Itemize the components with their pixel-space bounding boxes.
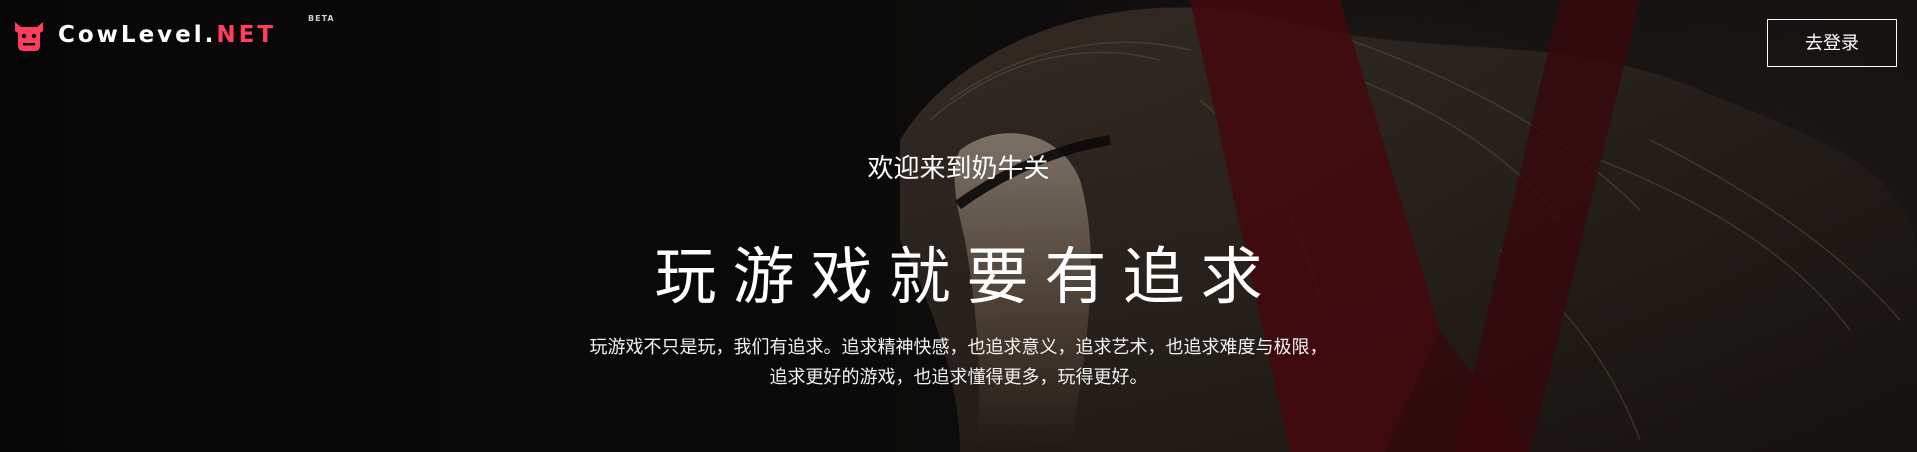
beta-badge: BETA	[308, 14, 335, 23]
hero-description: 玩游戏不只是玩，我们有追求。追求精神快感，也追求意义，追求艺术，也追求难度与极限…	[0, 333, 1917, 393]
hero-description-line-2: 追求更好的游戏，也追求懂得更多，玩得更好。	[769, 367, 1148, 388]
logo-text-accent: NET	[216, 22, 277, 48]
hero-description-line-1: 玩游戏不只是玩，我们有追求。追求精神快感，也追求意义，追求艺术，也追求难度与极限…	[589, 337, 1328, 358]
cow-head-icon	[15, 22, 43, 51]
login-button[interactable]: 去登录	[1767, 19, 1897, 67]
site-logo[interactable]: CowLevel.NET BETA	[12, 14, 334, 52]
hero-headline: 玩游戏就要有追求	[654, 240, 1279, 313]
hero-banner: CowLevel.NET BETA 去登录 欢迎来到奶牛关 玩游戏就要有追求 玩…	[0, 0, 1917, 452]
top-bar: CowLevel.NET BETA 去登录	[0, 0, 1917, 90]
welcome-text: 欢迎来到奶牛关	[867, 154, 1050, 184]
logo-text: CowLevel.NET	[58, 22, 276, 48]
logo-text-main: CowLevel.	[58, 22, 217, 48]
